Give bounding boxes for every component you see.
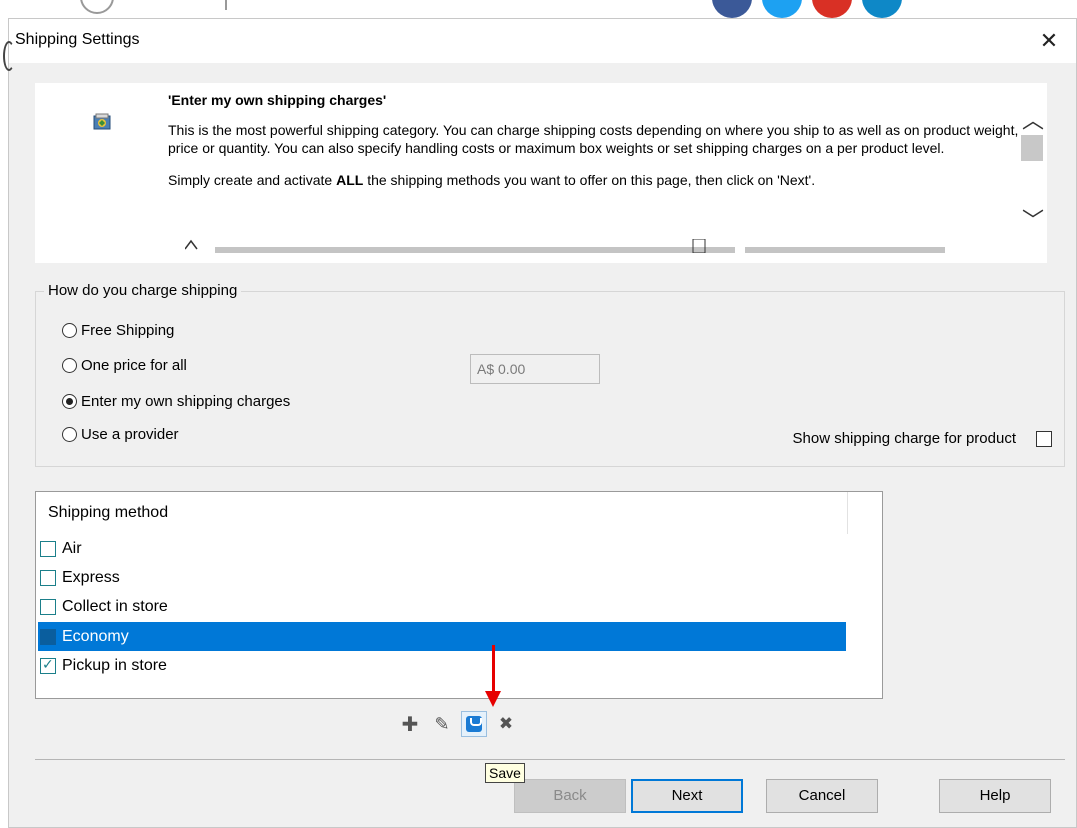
shipping-method-list: Shipping method Air Express Collect in s…: [35, 491, 883, 699]
list-item-checkbox[interactable]: [40, 598, 56, 615]
list-item-pickup-in-store[interactable]: Pickup in store: [38, 651, 846, 680]
list-item-label: Express: [62, 568, 120, 586]
back-button[interactable]: Back: [514, 779, 626, 813]
radio-own-charges[interactable]: Enter my own shipping charges: [62, 393, 290, 410]
title-bar: Shipping Settings ✕: [3, 19, 1076, 71]
add-method-button[interactable]: ✚: [397, 711, 423, 737]
info-paragraph: This is the most powerful shipping categ…: [168, 122, 1019, 156]
list-item-label: Air: [62, 539, 82, 557]
youtube-icon: [812, 0, 852, 18]
clipped-text-line: [184, 238, 945, 256]
show-charge-label: Show shipping charge for product: [792, 430, 1016, 447]
radio-circle[interactable]: [62, 427, 77, 442]
list-item-checkbox[interactable]: [40, 540, 56, 557]
red-arrow-head: [485, 691, 501, 707]
show-charge-option: Show shipping charge for product: [793, 430, 1052, 447]
help-button[interactable]: Help: [939, 779, 1051, 813]
instruction-start: Simply create and activate: [168, 172, 337, 188]
shipping-settings-dialog: Shipping Settings ✕ 'Enter my own shippi…: [3, 18, 1077, 828]
radio-free-shipping[interactable]: Free Shipping: [62, 322, 174, 339]
cancel-button[interactable]: Cancel: [766, 779, 878, 813]
radio-circle[interactable]: [62, 394, 77, 409]
pencil-icon: ✎: [434, 713, 450, 734]
info-text: 'Enter my own shipping charges' This is …: [168, 91, 1038, 203]
list-item-air[interactable]: Air: [38, 534, 846, 563]
charge-method-group: How do you charge shipping Free Shipping…: [35, 282, 1065, 467]
radio-circle[interactable]: [62, 358, 77, 373]
facebook-icon: [712, 0, 752, 18]
info-instruction: Simply create and activate ALL the shipp…: [168, 171, 1038, 189]
radio-use-provider[interactable]: Use a provider: [62, 426, 179, 443]
clipped-text-fragment: [184, 238, 945, 254]
background-logo-ring: [80, 0, 114, 14]
info-panel: 'Enter my own shipping charges' This is …: [35, 83, 1047, 263]
list-item-economy[interactable]: Economy: [38, 622, 846, 651]
method-toolbar: ✚ ✎ ✖: [397, 709, 525, 739]
dialog-title: Shipping Settings: [15, 31, 140, 48]
list-item-checkbox[interactable]: [40, 656, 56, 674]
list-item-collect-in-store[interactable]: Collect in store: [38, 592, 846, 621]
list-column-header[interactable]: Shipping method: [36, 492, 848, 534]
radio-label: One price for all: [81, 357, 187, 374]
list-item-label: Collect in store: [62, 597, 168, 615]
twitter-icon: [762, 0, 802, 18]
group-legend: How do you charge shipping: [44, 282, 242, 299]
scroll-up-button[interactable]: ︿: [1019, 103, 1047, 133]
next-button[interactable]: Next: [631, 779, 743, 813]
background-logo-bar: [225, 0, 227, 10]
list-item-express[interactable]: Express: [38, 563, 846, 592]
edit-method-button[interactable]: ✎: [429, 711, 455, 737]
radio-label: Free Shipping: [81, 322, 175, 339]
close-button[interactable]: ✕: [1034, 26, 1064, 56]
delete-x-icon: ✖: [498, 714, 514, 733]
plus-icon: ✚: [401, 713, 419, 736]
linkedin-icon: [862, 0, 902, 18]
shipping-info-icon: [93, 113, 111, 131]
radio-one-price[interactable]: One price for all: [62, 357, 187, 374]
save-tooltip: Save: [485, 763, 525, 783]
info-heading: 'Enter my own shipping charges': [168, 92, 387, 108]
list-item-checkbox[interactable]: [40, 569, 56, 586]
save-method-button[interactable]: [461, 711, 487, 737]
instruction-emphasis: ALL: [336, 172, 364, 188]
list-item-label: Pickup in store: [62, 656, 167, 674]
show-charge-checkbox[interactable]: [1036, 430, 1052, 447]
scroll-down-button[interactable]: ﹀: [1019, 203, 1047, 233]
radio-label: Enter my own shipping charges: [81, 393, 291, 410]
scrollbar-thumb[interactable]: [1021, 135, 1043, 161]
price-input[interactable]: [470, 354, 600, 384]
delete-method-button[interactable]: ✖: [493, 711, 519, 737]
radio-label: Use a provider: [81, 426, 179, 443]
save-icon: [466, 716, 482, 732]
list-item-label: Economy: [62, 627, 129, 645]
instruction-end: the shipping methods you want to offer o…: [363, 172, 816, 188]
bottom-separator: [35, 759, 1065, 760]
list-item-checkbox[interactable]: [40, 628, 56, 645]
app-edge-icon: [3, 41, 15, 71]
radio-circle[interactable]: [62, 323, 77, 338]
